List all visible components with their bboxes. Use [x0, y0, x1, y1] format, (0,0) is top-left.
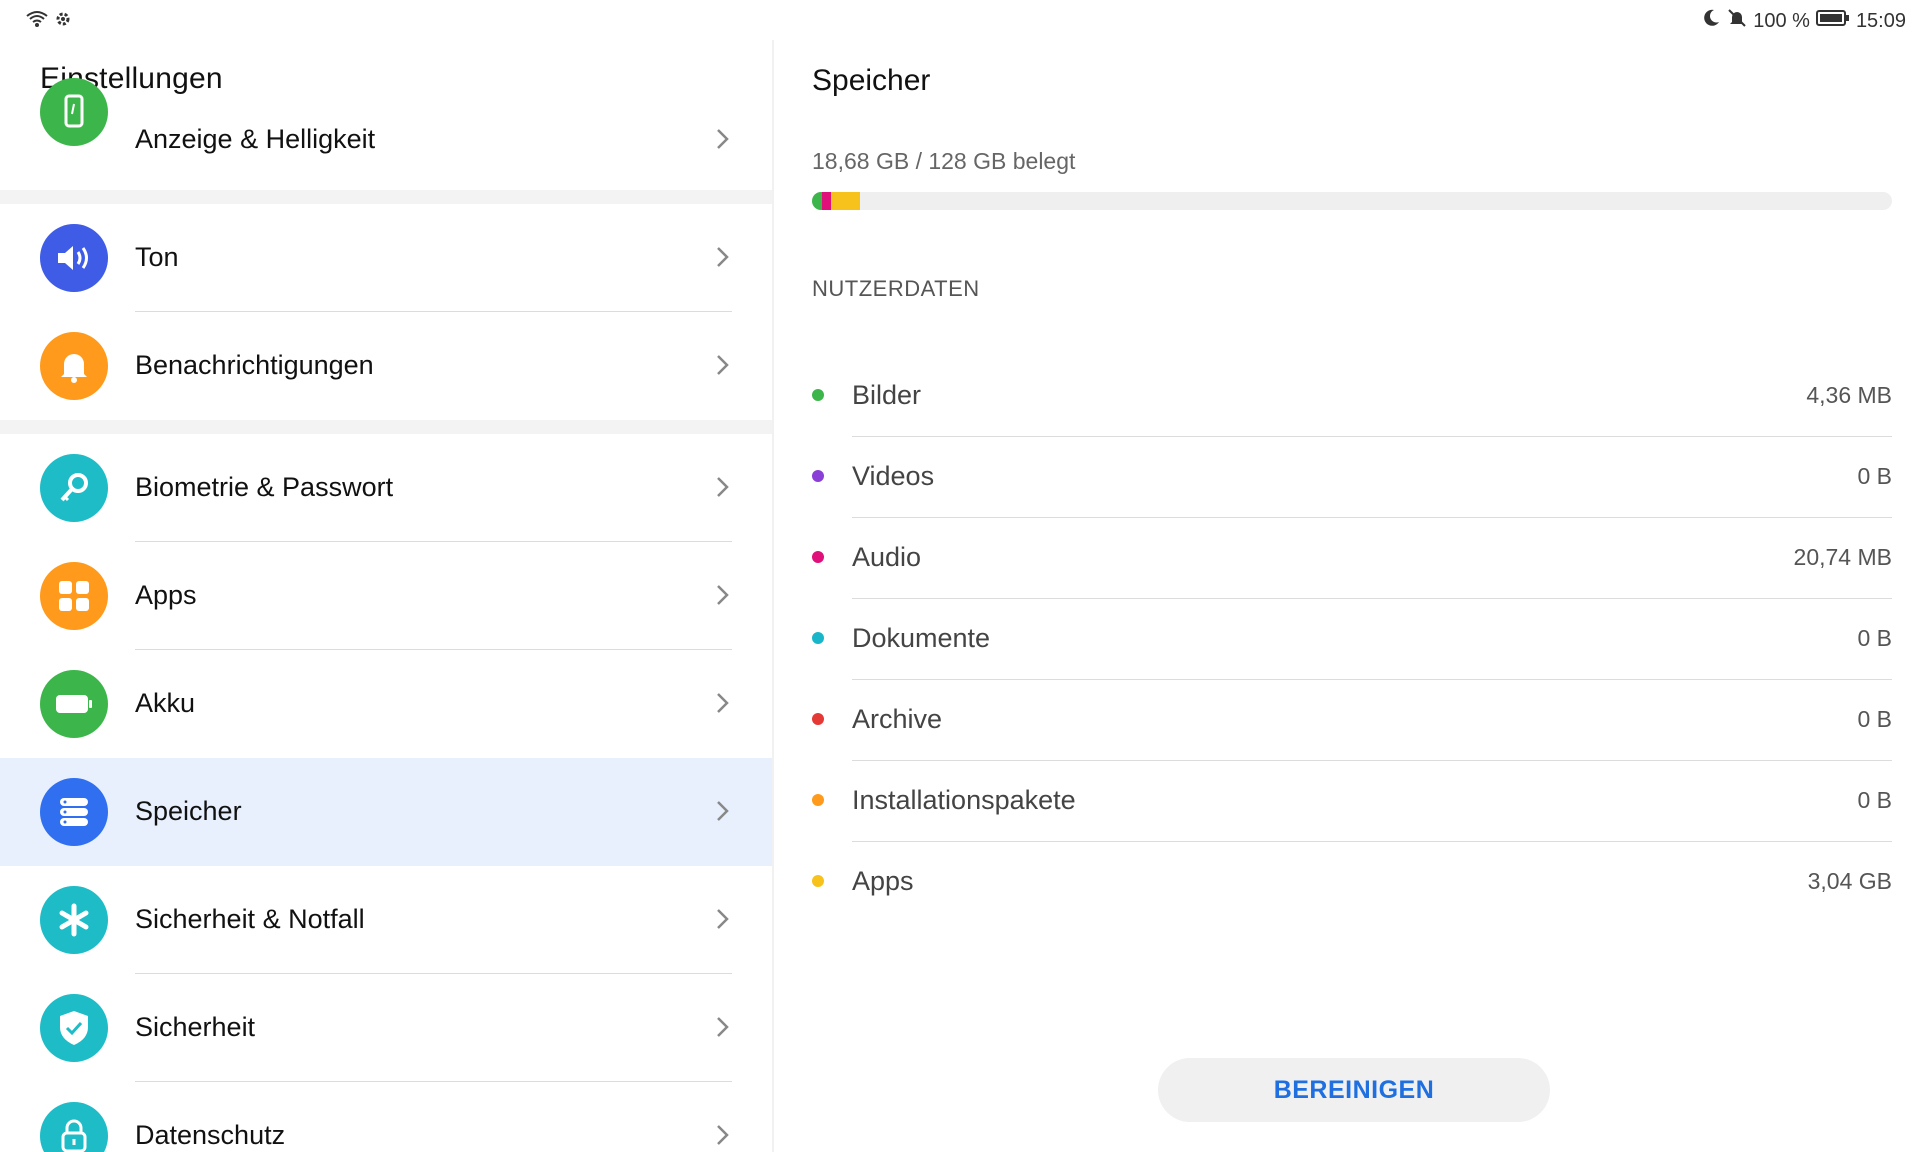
wifi-icon	[26, 10, 48, 33]
menu-item-label: Biometrie & Passwort	[135, 472, 394, 502]
row-label: Archive	[852, 704, 943, 734]
battery-percent: 100 %	[1753, 9, 1810, 32]
legend-dot	[812, 551, 824, 563]
row-label: Bilder	[852, 380, 922, 410]
storage-usage-text: 18,68 GB / 128 GB belegt	[812, 148, 1076, 174]
chevron-right-icon	[710, 1012, 734, 1042]
menu-item-security[interactable]: Sicherheit	[0, 974, 772, 1082]
chevron-right-icon	[710, 580, 734, 610]
menu-item-label: Sicherheit & Notfall	[135, 904, 365, 934]
lock-icon	[40, 1102, 108, 1152]
menu-item-label: Ton	[135, 242, 179, 272]
menu-item-label: Anzeige & Helligkeit	[135, 124, 376, 154]
bell-icon	[40, 332, 108, 400]
menu-item-label: Benachrichtigungen	[135, 350, 374, 380]
row-value: 4,36 MB	[1806, 382, 1892, 408]
chevron-right-icon	[710, 904, 734, 934]
storage-row-images[interactable]: Bilder 4,36 MB	[812, 356, 1892, 437]
settings-list-pane: Einstellungen Anzeige & Helligkeit Ton B…	[0, 40, 772, 1152]
legend-dot	[812, 389, 824, 401]
menu-item-privacy[interactable]: Datenschutz	[0, 1082, 772, 1152]
storage-row-packages[interactable]: Installationspakete 0 B	[812, 761, 1892, 842]
status-left	[26, 10, 72, 33]
usage-segment-yellow	[831, 192, 860, 210]
menu-item-storage[interactable]: Speicher	[0, 758, 772, 866]
row-value: 20,74 MB	[1793, 544, 1892, 570]
status-bar: 100 % 15:09	[0, 0, 1920, 40]
menu-item-biometrics[interactable]: Biometrie & Passwort	[0, 434, 772, 542]
chevron-right-icon	[710, 472, 734, 502]
group-divider	[0, 190, 772, 204]
storage-row-audio[interactable]: Audio 20,74 MB	[812, 518, 1892, 599]
chevron-right-icon	[710, 124, 734, 154]
chevron-right-icon	[710, 350, 734, 380]
row-label: Installationspakete	[852, 785, 1076, 815]
menu-item-battery[interactable]: Akku	[0, 650, 772, 758]
menu-item-sound[interactable]: Ton	[0, 204, 772, 312]
menu-item-label: Speicher	[135, 796, 242, 826]
apps-grid-icon	[40, 562, 108, 630]
bell-off-icon	[1727, 8, 1747, 34]
section-title: NUTZERDATEN	[812, 276, 980, 301]
menu-item-label: Sicherheit	[135, 1012, 256, 1042]
row-value: 3,04 GB	[1807, 868, 1892, 894]
detail-title: Speicher	[812, 64, 931, 97]
gear-icon	[54, 10, 72, 33]
menu-item-label: Datenschutz	[135, 1120, 286, 1150]
menu-item-apps[interactable]: Apps	[0, 542, 772, 650]
storage-row-documents[interactable]: Dokumente 0 B	[812, 599, 1892, 680]
battery-icon	[1815, 9, 1850, 33]
clean-up-button[interactable]: BEREINIGEN	[1158, 1058, 1550, 1122]
menu-item-display[interactable]: Anzeige & Helligkeit	[0, 78, 772, 200]
row-value: 0 B	[1857, 706, 1892, 732]
row-label: Apps	[852, 866, 914, 896]
storage-row-apps[interactable]: Apps 3,04 GB	[812, 842, 1892, 923]
row-label: Videos	[852, 461, 935, 491]
display-icon	[40, 78, 108, 146]
legend-dot	[812, 713, 824, 725]
legend-dot	[812, 794, 824, 806]
legend-dot	[812, 470, 824, 482]
storage-detail-pane: Speicher 18,68 GB / 128 GB belegt NUTZER…	[774, 40, 1920, 1152]
usage-segment-green	[812, 192, 822, 210]
status-right: 100 % 15:09	[1701, 8, 1906, 34]
group-divider	[0, 420, 772, 434]
chevron-right-icon	[710, 796, 734, 826]
row-value: 0 B	[1857, 787, 1892, 813]
chevron-right-icon	[710, 688, 734, 718]
menu-item-emergency[interactable]: Sicherheit & Notfall	[0, 866, 772, 974]
key-icon	[40, 454, 108, 522]
menu-item-label: Akku	[135, 688, 196, 718]
legend-dot	[812, 632, 824, 644]
speaker-icon	[40, 224, 108, 292]
asterisk-icon	[40, 886, 108, 954]
storage-row-archives[interactable]: Archive 0 B	[812, 680, 1892, 761]
row-value: 0 B	[1857, 625, 1892, 651]
row-label: Audio	[852, 542, 922, 572]
row-label: Dokumente	[852, 623, 991, 653]
storage-row-videos[interactable]: Videos 0 B	[812, 437, 1892, 518]
shield-icon	[40, 994, 108, 1062]
legend-dot	[812, 875, 824, 887]
chevron-right-icon	[710, 1120, 734, 1150]
storage-usage-bar	[812, 192, 1892, 210]
clock: 15:09	[1855, 9, 1906, 32]
menu-item-label: Apps	[135, 580, 197, 610]
battery-icon	[40, 670, 108, 738]
chevron-right-icon	[710, 242, 734, 272]
menu-item-notifications[interactable]: Benachrichtigungen	[0, 312, 772, 420]
moon-icon	[1701, 8, 1721, 34]
row-value: 0 B	[1857, 463, 1892, 489]
usage-segment-magenta	[821, 192, 832, 210]
storage-icon	[40, 778, 108, 846]
